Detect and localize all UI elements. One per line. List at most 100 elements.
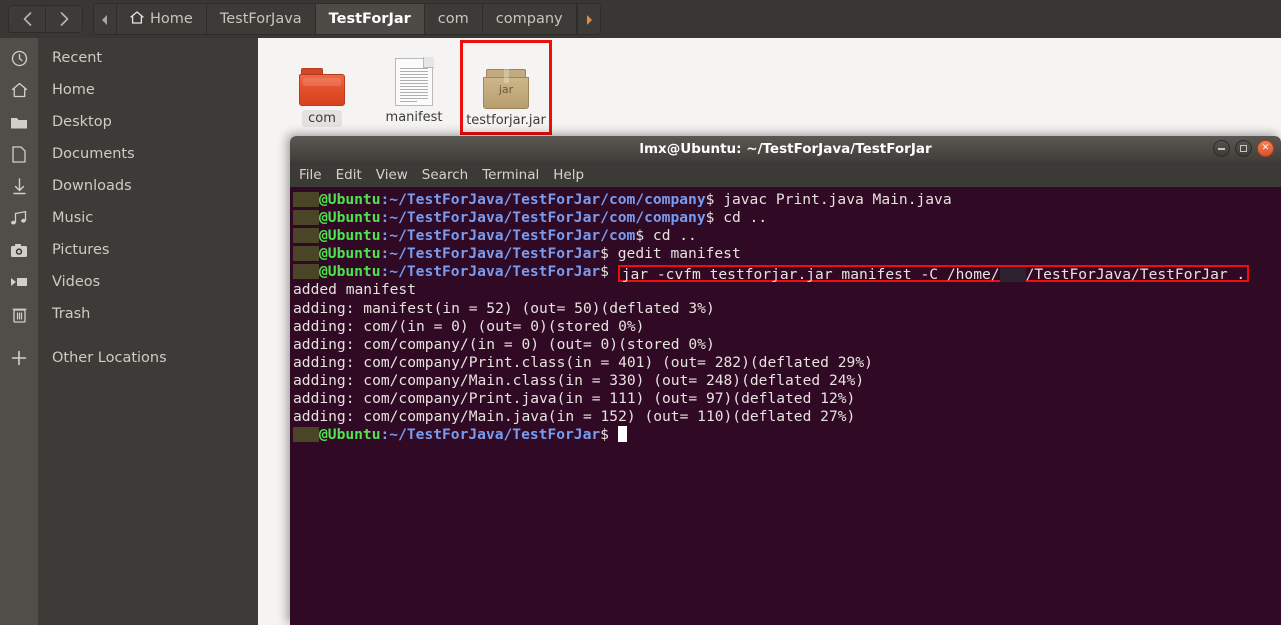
sidebar-label: Downloads <box>52 178 132 194</box>
terminal-line: adding: com/(in = 0) (out= 0)(stored 0%) <box>293 317 645 335</box>
sidebar-item-documents[interactable]: Documents <box>0 138 258 170</box>
breadcrumb-item-testforjava[interactable]: TestForJava <box>206 4 316 34</box>
prompt-path: :~/TestForJava/TestForJar/com <box>380 227 636 245</box>
terminal-line: @Ubuntu:~/TestForJava/TestForJar/com/com… <box>293 191 1281 209</box>
terminal-line: @Ubuntu:~/TestForJava/TestForJar/com/com… <box>293 209 1281 227</box>
redacted-username <box>293 228 319 244</box>
terminal-menubar: File Edit View Search Terminal Help <box>290 162 1281 187</box>
redacted-username <box>293 210 319 226</box>
download-icon <box>0 177 38 195</box>
home-icon <box>0 82 38 98</box>
file-label: manifest <box>385 110 443 125</box>
prompt-sigil: $ <box>705 191 724 208</box>
sidebar-label: Music <box>52 210 94 226</box>
document-icon <box>395 46 434 106</box>
jar-icon: jar <box>483 49 529 109</box>
camera-icon <box>0 243 38 258</box>
triangle-left-icon <box>101 10 109 29</box>
screen: Home TestForJava TestForJar com company … <box>0 0 1281 625</box>
prompt-host: @Ubuntu <box>319 426 381 444</box>
sidebar-item-music[interactable]: Music <box>0 202 258 234</box>
sidebar-label: Videos <box>52 274 101 290</box>
sidebar-item-pictures[interactable]: Pictures <box>0 234 258 266</box>
folder-icon <box>0 115 38 130</box>
sidebar-item-videos[interactable]: Videos <box>0 266 258 298</box>
close-icon: ✕ <box>1261 143 1270 153</box>
close-button[interactable]: ✕ <box>1257 140 1274 157</box>
file-item-manifest[interactable]: manifest <box>368 40 460 135</box>
prompt-path: :~/TestForJava/TestForJar/com/company <box>380 209 706 227</box>
folder-icon <box>299 46 345 106</box>
forward-button[interactable] <box>46 6 82 32</box>
terminal-command: cd .. <box>723 209 768 227</box>
breadcrumb-scroll-right[interactable] <box>576 4 600 34</box>
redacted-path-segment <box>999 267 1026 283</box>
document-icon <box>0 145 38 163</box>
chevron-left-icon <box>23 12 32 26</box>
trash-icon <box>0 306 38 323</box>
sidebar-item-downloads[interactable]: Downloads <box>0 170 258 202</box>
sidebar-item-trash[interactable]: Trash <box>0 298 258 330</box>
sidebar-item-other-locations[interactable]: Other Locations <box>0 342 258 374</box>
prompt-path: :~/TestForJava/TestForJar/com/company <box>380 191 706 208</box>
terminal-window[interactable]: lmx@Ubuntu: ~/TestForJava/TestForJar ✕ F… <box>290 136 1281 625</box>
sidebar-label: Pictures <box>52 242 110 258</box>
menu-item-help[interactable]: Help <box>553 167 584 183</box>
file-manager-header: Home TestForJava TestForJar com company <box>0 0 1281 39</box>
prompt-path: :~/TestForJava/TestForJar <box>380 245 601 263</box>
sidebar-item-recent[interactable]: Recent <box>0 42 258 74</box>
prompt-host: @Ubuntu <box>319 263 381 281</box>
sidebar-divider <box>0 330 258 342</box>
sidebar: Recent Home Desktop Documents Downloads … <box>0 38 258 625</box>
terminal-line: adding: com/company/Main.java(in = 152) … <box>293 408 856 426</box>
terminal-line-active: @Ubuntu:~/TestForJava/TestForJar$ <box>293 426 1281 444</box>
menu-item-view[interactable]: View <box>376 167 408 183</box>
redacted-username <box>293 427 319 443</box>
terminal-line-highlighted: @Ubuntu:~/TestForJava/TestForJar$ jar -c… <box>293 263 1281 284</box>
file-icon-row: com manifest jar testforjar.jar <box>276 40 552 135</box>
nav-button-group <box>8 5 83 33</box>
menu-item-search[interactable]: Search <box>422 167 468 183</box>
sidebar-item-home[interactable]: Home <box>0 74 258 106</box>
redacted-username <box>293 246 319 262</box>
sidebar-item-desktop[interactable]: Desktop <box>0 106 258 138</box>
breadcrumb-item-company[interactable]: company <box>482 4 577 34</box>
menu-item-terminal[interactable]: Terminal <box>482 167 539 183</box>
terminal-command: javac Print.java Main.java <box>723 191 952 208</box>
maximize-button[interactable] <box>1235 140 1252 157</box>
prompt-host: @Ubuntu <box>319 191 381 208</box>
prompt-host: @Ubuntu <box>319 245 381 263</box>
breadcrumb-item-com[interactable]: com <box>424 4 483 34</box>
breadcrumb-item-home[interactable]: Home <box>117 4 207 34</box>
command-prefix: jar -cvfm testforjar.jar manifest -C /ho… <box>621 266 1000 284</box>
file-item-com[interactable]: com <box>276 40 368 135</box>
breadcrumb-scroll-left[interactable] <box>94 4 117 34</box>
minimize-icon <box>1218 147 1225 150</box>
prompt-sigil: $ <box>635 227 653 245</box>
minimize-button[interactable] <box>1213 140 1230 157</box>
terminal-titlebar[interactable]: lmx@Ubuntu: ~/TestForJava/TestForJar ✕ <box>290 136 1281 162</box>
prompt-host: @Ubuntu <box>319 227 381 245</box>
sidebar-label: Trash <box>52 306 91 322</box>
triangle-right-icon <box>585 10 593 29</box>
sidebar-label: Home <box>52 82 95 98</box>
terminal-title: lmx@Ubuntu: ~/TestForJava/TestForJar <box>639 141 932 157</box>
terminal-line: added manifest <box>293 281 417 299</box>
breadcrumb-item-testforjar[interactable]: TestForJar <box>315 4 425 34</box>
redacted-username <box>293 192 319 207</box>
maximize-icon <box>1240 145 1247 152</box>
clock-icon <box>0 50 38 67</box>
back-button[interactable] <box>9 6 46 32</box>
breadcrumb: Home TestForJava TestForJar com company <box>93 3 601 35</box>
file-item-testforjar-jar[interactable]: jar testforjar.jar <box>460 40 552 135</box>
prompt-host: @Ubuntu <box>319 209 381 227</box>
home-icon <box>130 10 144 28</box>
terminal-output[interactable]: @Ubuntu:~/TestForJava/TestForJar/com/com… <box>290 187 1281 625</box>
jar-icon-label: jar <box>498 83 514 96</box>
redacted-username <box>293 264 319 280</box>
music-note-icon <box>0 210 38 226</box>
menu-item-file[interactable]: File <box>299 167 322 183</box>
terminal-command: gedit manifest <box>617 245 741 263</box>
terminal-command: cd .. <box>652 227 697 245</box>
menu-item-edit[interactable]: Edit <box>336 167 362 183</box>
